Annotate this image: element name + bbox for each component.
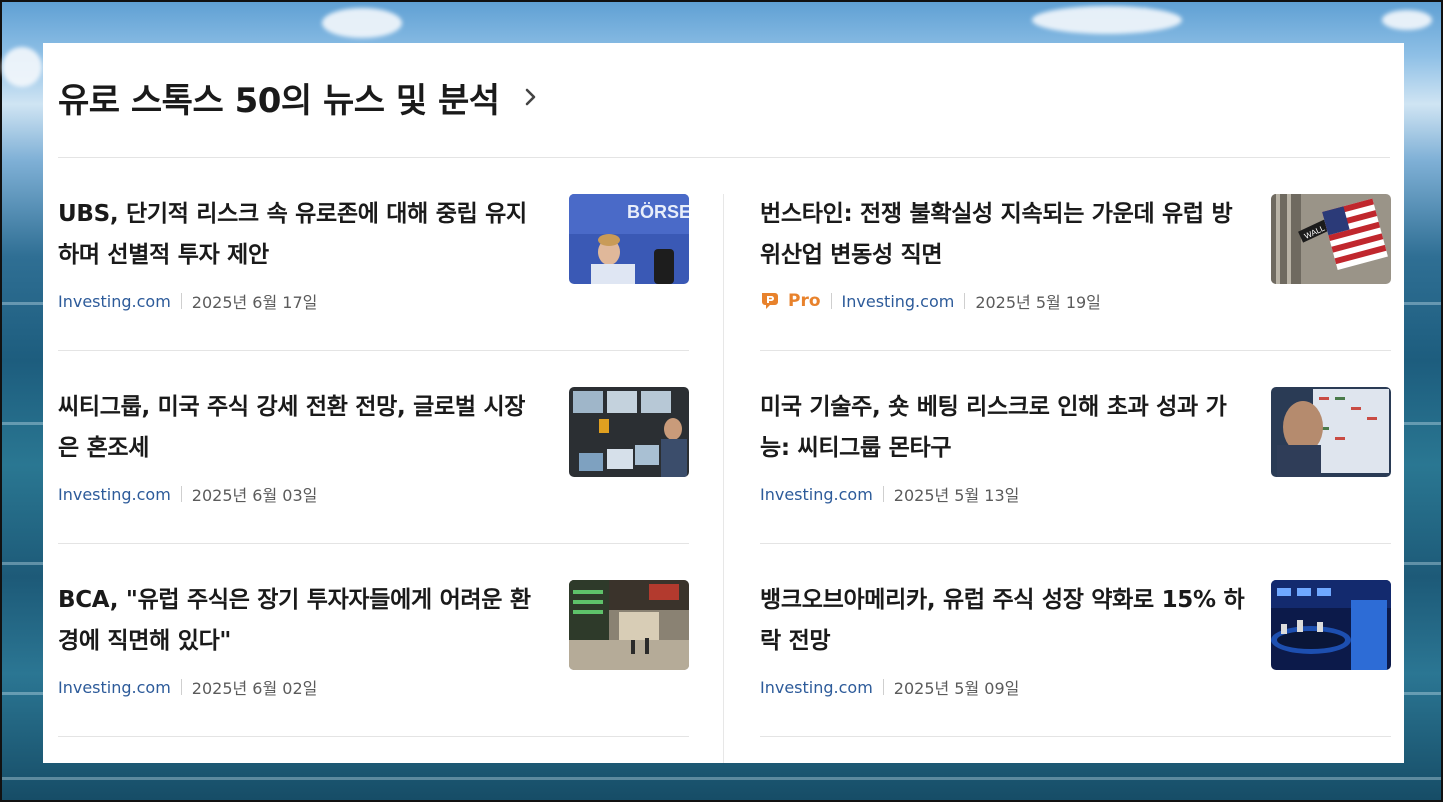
pro-label: Pro <box>788 291 821 311</box>
meta-separator <box>882 486 884 502</box>
article-source[interactable]: Investing.com <box>760 678 873 697</box>
article-date: 2025년 5월 09일 <box>893 679 1020 698</box>
chevron-right-icon[interactable] <box>518 85 542 109</box>
news-column-left: UBS, 단기적 리스크 속 유로존에 대해 중립 유지하며 선별적 투자 제안… <box>58 158 689 737</box>
news-article: 미국 기술주, 숏 베팅 리스크로 인해 초과 성과 가능: 씨티그룹 몬타구 … <box>760 351 1391 544</box>
news-article: UBS, 단기적 리스크 속 유로존에 대해 중립 유지하며 선별적 투자 제안… <box>58 158 689 351</box>
article-source[interactable]: Investing.com <box>58 292 171 311</box>
article-source[interactable]: Investing.com <box>58 485 171 504</box>
meta-separator <box>964 293 966 309</box>
article-date: 2025년 6월 02일 <box>191 679 318 698</box>
article-meta: Pro Investing.com 2025년 5월 19일 <box>760 290 1101 312</box>
news-article: BCA, "유럽 주식은 장기 투자자들에게 어려운 환경에 직면해 있다" I… <box>58 544 689 737</box>
article-headline[interactable]: 미국 기술주, 숏 베팅 리스크로 인해 초과 성과 가능: 씨티그룹 몬타구 <box>760 387 1246 469</box>
news-article: 씨티그룹, 미국 주식 강세 전환 전망, 글로벌 시장은 혼조세 Invest… <box>58 351 689 544</box>
section-title[interactable]: 유로 스톡스 50의 뉴스 및 분석 <box>58 73 500 122</box>
article-source[interactable]: Investing.com <box>842 292 955 311</box>
news-article: 뱅크오브아메리카, 유럽 주식 성장 약화로 15% 하락 전망 Investi… <box>760 544 1391 737</box>
article-date: 2025년 6월 17일 <box>191 293 318 312</box>
article-source[interactable]: Investing.com <box>760 485 873 504</box>
article-headline[interactable]: 번스타인: 전쟁 불확실성 지속되는 가운데 유럽 방위산업 변동성 직면 <box>760 194 1246 276</box>
article-headline[interactable]: 씨티그룹, 미국 주식 강세 전환 전망, 글로벌 시장은 혼조세 <box>58 387 544 469</box>
article-date: 2025년 6월 03일 <box>191 486 318 505</box>
article-meta: Investing.com 2025년 6월 02일 <box>58 676 318 699</box>
thumbnail-logo-text: BÖRSE <box>627 202 689 222</box>
article-thumbnail[interactable]: BÖRSE <box>569 194 689 284</box>
article-thumbnail[interactable] <box>1271 387 1391 477</box>
pro-badge[interactable]: Pro <box>760 291 821 311</box>
article-source[interactable]: Investing.com <box>58 678 171 697</box>
article-thumbnail[interactable] <box>569 387 689 477</box>
article-thumbnail[interactable] <box>569 580 689 670</box>
section-header[interactable]: 유로 스톡스 50의 뉴스 및 분석 <box>58 73 542 121</box>
article-meta: Investing.com 2025년 5월 09일 <box>760 676 1020 699</box>
news-article: 번스타인: 전쟁 불확실성 지속되는 가운데 유럽 방위산업 변동성 직면 Pr… <box>760 158 1391 351</box>
article-headline[interactable]: 뱅크오브아메리카, 유럽 주식 성장 약화로 15% 하락 전망 <box>760 580 1246 662</box>
article-thumbnail[interactable]: WALL <box>1271 194 1391 284</box>
news-column-right: 번스타인: 전쟁 불확실성 지속되는 가운데 유럽 방위산업 변동성 직면 Pr… <box>760 158 1391 737</box>
article-headline[interactable]: UBS, 단기적 리스크 속 유로존에 대해 중립 유지하며 선별적 투자 제안 <box>58 194 544 276</box>
meta-separator <box>830 293 832 309</box>
article-meta: Investing.com 2025년 6월 17일 <box>58 290 318 313</box>
article-date: 2025년 5월 19일 <box>975 293 1101 312</box>
article-meta: Investing.com 2025년 6월 03일 <box>58 483 318 506</box>
article-date: 2025년 5월 13일 <box>893 486 1020 505</box>
pro-badge-icon <box>762 293 778 309</box>
meta-separator <box>180 486 182 502</box>
article-meta: Investing.com 2025년 5월 13일 <box>760 483 1020 506</box>
article-thumbnail[interactable] <box>1271 580 1391 670</box>
article-headline[interactable]: BCA, "유럽 주식은 장기 투자자들에게 어려운 환경에 직면해 있다" <box>58 580 544 662</box>
meta-separator <box>882 679 884 695</box>
meta-separator <box>180 293 182 309</box>
news-analysis-card: 유로 스톡스 50의 뉴스 및 분석 UBS, 단기적 리스크 속 유로존에 대… <box>43 43 1404 763</box>
column-divider <box>723 194 724 763</box>
meta-separator <box>180 679 182 695</box>
